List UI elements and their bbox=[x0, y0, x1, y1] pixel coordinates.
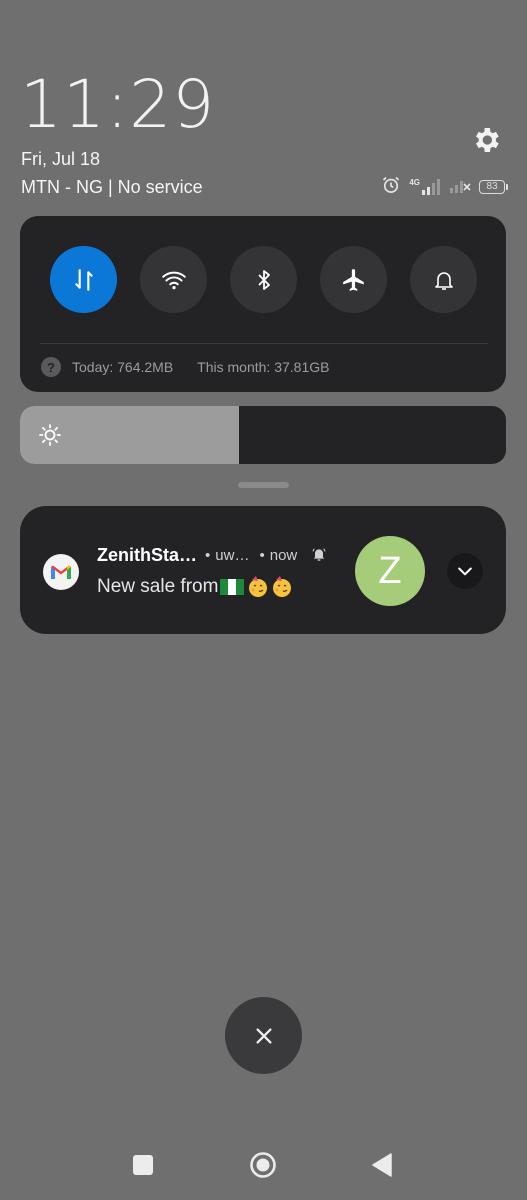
bullet: • bbox=[259, 547, 265, 564]
data-usage-row[interactable]: ? Today: 764.2MB This month: 37.81GB bbox=[41, 357, 329, 377]
notification-text: New sale from bbox=[97, 576, 219, 597]
date-label: Fri, Jul 18 bbox=[21, 149, 101, 169]
signal-4g-icon: 4G bbox=[409, 179, 441, 195]
network-type-label: 4G bbox=[409, 178, 420, 187]
nigeria-flag-icon bbox=[220, 579, 245, 595]
sound-toggle[interactable] bbox=[410, 246, 477, 313]
carrier-label: MTN - NG | No service bbox=[21, 177, 203, 197]
party-face-icon bbox=[270, 575, 294, 599]
data-today-label: Today: 764.2MB bbox=[72, 359, 174, 375]
nav-recents-button[interactable] bbox=[133, 1155, 153, 1175]
notification-account: uw… bbox=[215, 547, 250, 564]
bluetooth-icon bbox=[257, 269, 270, 290]
party-face-icon bbox=[246, 575, 270, 599]
quick-settings-panel: ? Today: 764.2MB This month: 37.81GB bbox=[20, 216, 506, 392]
notification-time: now bbox=[269, 547, 298, 564]
nav-home-button[interactable] bbox=[250, 1152, 276, 1178]
panel-drag-handle[interactable] bbox=[238, 482, 289, 488]
bell-ringing-icon bbox=[311, 546, 327, 566]
bell-icon bbox=[434, 271, 453, 290]
notification-text-row: New sale from bbox=[97, 575, 294, 599]
notification-header: ZenithSta… • uw… • now bbox=[97, 545, 327, 566]
data-arrows-icon bbox=[74, 268, 93, 291]
alarm-icon bbox=[381, 175, 401, 200]
brightness-slider[interactable] bbox=[20, 406, 506, 464]
expand-button[interactable] bbox=[447, 553, 483, 589]
divider bbox=[40, 343, 488, 344]
clear-all-button[interactable] bbox=[225, 997, 302, 1074]
bluetooth-toggle[interactable] bbox=[230, 246, 297, 313]
gmail-icon bbox=[43, 554, 79, 590]
clock: 11:29 bbox=[20, 66, 216, 143]
airplane-mode-toggle[interactable] bbox=[320, 246, 387, 313]
sun-icon bbox=[38, 423, 62, 452]
help-icon: ? bbox=[41, 357, 61, 377]
status-bar-icons: 4G 83 bbox=[381, 175, 508, 200]
mobile-data-toggle[interactable] bbox=[50, 246, 117, 313]
close-icon bbox=[255, 1027, 272, 1044]
notification-title: ZenithSta… bbox=[97, 545, 198, 565]
bullet: • bbox=[205, 547, 211, 564]
sender-avatar: Z bbox=[355, 536, 425, 606]
nav-back-button[interactable] bbox=[371, 1152, 393, 1178]
wifi-icon bbox=[161, 271, 186, 289]
signal-no-service-icon bbox=[449, 177, 471, 198]
settings-gear-icon[interactable] bbox=[470, 124, 502, 156]
battery-icon: 83 bbox=[479, 180, 508, 194]
notification-card[interactable]: ZenithSta… • uw… • now New sale from Z bbox=[20, 506, 506, 634]
airplane-icon bbox=[342, 268, 364, 291]
data-month-label: This month: 37.81GB bbox=[197, 359, 330, 375]
wifi-toggle[interactable] bbox=[140, 246, 207, 313]
chevron-down-icon bbox=[458, 567, 472, 576]
